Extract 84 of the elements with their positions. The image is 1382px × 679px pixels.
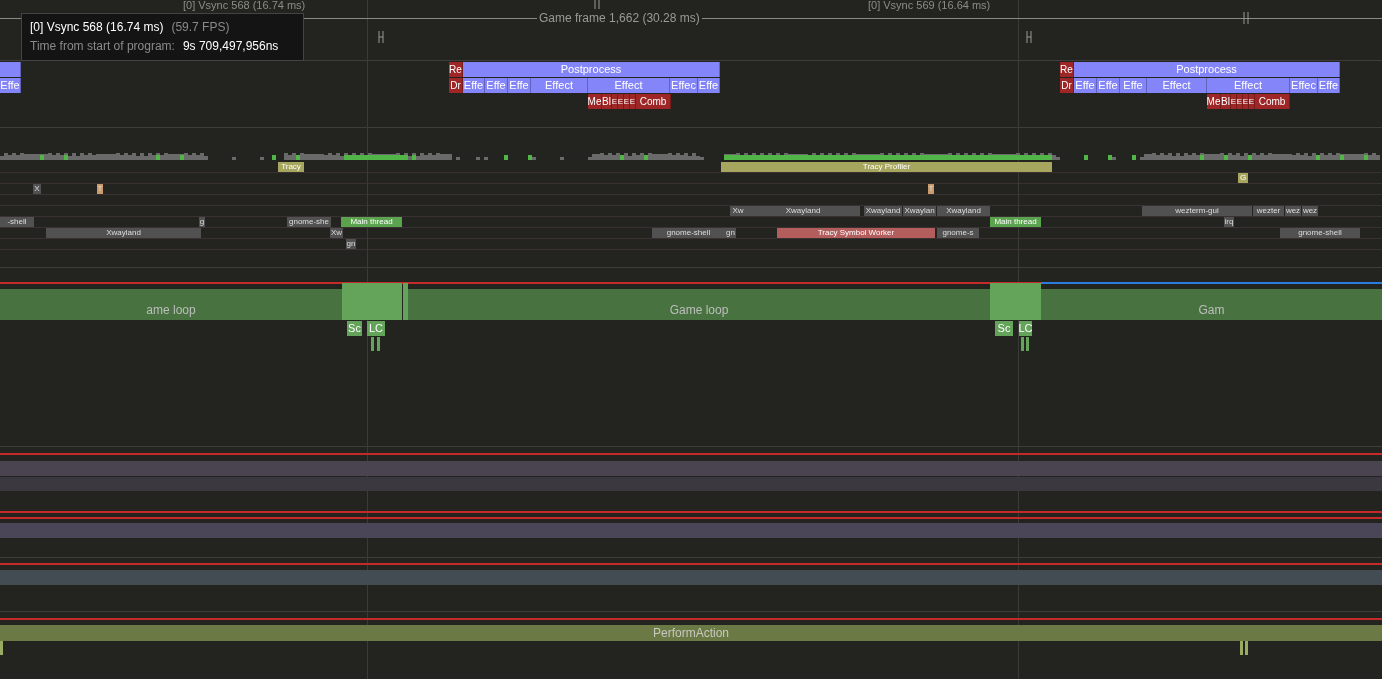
gpu-zone: Me bbox=[1207, 94, 1221, 109]
cpu-zone: T bbox=[928, 184, 934, 194]
cpu-zone: T bbox=[97, 184, 103, 194]
child-zone bbox=[1240, 641, 1243, 655]
gpu-zone: Bl bbox=[1221, 94, 1231, 109]
gpu-zone: Comb bbox=[1255, 94, 1290, 109]
cpu-zone: Xw bbox=[730, 206, 746, 216]
tooltip-title: [0] Vsync 568 (16.74 ms) bbox=[30, 19, 164, 36]
child-zone: Sc bbox=[995, 321, 1013, 336]
cpu-zone: G bbox=[1238, 173, 1248, 183]
game-loop-zone: ame loop bbox=[0, 289, 342, 320]
gpu-zone: Me bbox=[588, 94, 602, 109]
perform-action-zone: PerformAction bbox=[0, 625, 1382, 641]
cpu-zone: wez bbox=[1302, 206, 1318, 216]
child-zone bbox=[371, 337, 374, 351]
cpu-zone: Xw bbox=[330, 228, 343, 238]
frame-marker-icon bbox=[594, 0, 600, 9]
cpu-zone: Tracy Symbol Worker bbox=[777, 228, 935, 238]
child-zone: LC bbox=[1019, 321, 1032, 336]
gpu-zone: Re bbox=[449, 62, 463, 77]
gpu-zone: Effe bbox=[698, 78, 720, 93]
gpu-zone: Postprocess bbox=[1074, 62, 1340, 77]
child-zone bbox=[1021, 337, 1024, 351]
cpu-zone: gn bbox=[346, 239, 356, 249]
cpu-zone: Xwayland bbox=[746, 206, 860, 216]
cpu-zone: gnome-she bbox=[287, 217, 331, 227]
gpu-zone: Effec bbox=[670, 78, 698, 93]
cpu-zone: wez bbox=[1285, 206, 1301, 216]
gpu-zone: Effe bbox=[508, 78, 531, 93]
gpu-zone bbox=[0, 62, 21, 77]
gpu-zone: Bl bbox=[602, 94, 612, 109]
frame-marker-icon bbox=[1026, 31, 1032, 43]
time-label: Time from start of program: bbox=[30, 38, 175, 55]
vsync-label: [0] Vsync 569 (16.64 ms) bbox=[868, 0, 991, 11]
gpu-zone: Effect bbox=[531, 78, 588, 93]
gpu-zone: Effe bbox=[0, 78, 21, 93]
child-zone bbox=[1245, 641, 1248, 655]
cpu-zone: -shell bbox=[0, 217, 34, 227]
cpu-zone: Xwayland bbox=[46, 228, 201, 238]
gpu-zone: Effect bbox=[588, 78, 670, 93]
cpu-zone: Xwayland bbox=[864, 206, 902, 216]
gpu-zone: Comb bbox=[636, 94, 671, 109]
child-zone bbox=[1026, 337, 1029, 351]
cpu-zone: Main thread bbox=[341, 217, 402, 227]
cpu-zone: wezter bbox=[1253, 206, 1284, 216]
gpu-zone: Effe bbox=[1074, 78, 1097, 93]
fps-label: (59.7 FPS) bbox=[171, 19, 230, 36]
cpu-zone: wezterm-gui bbox=[1142, 206, 1252, 216]
gpu-zone: Effe bbox=[485, 78, 508, 93]
gpu-zone: Effec bbox=[1290, 78, 1318, 93]
cpu-zone: X bbox=[33, 184, 41, 194]
cpu-zone: Main thread bbox=[990, 217, 1041, 227]
gpu-zone: Re bbox=[1060, 62, 1074, 77]
cpu-zone: Tracy Profiler bbox=[721, 162, 1052, 172]
cpu-zone: irq bbox=[1224, 217, 1234, 227]
gpu-zone: Effect bbox=[1207, 78, 1290, 93]
cpu-zone: gnome-shell bbox=[1280, 228, 1360, 238]
gpu-zone: Postprocess bbox=[463, 62, 720, 77]
cpu-zone: Xwaylan bbox=[903, 206, 936, 216]
frame-label: Game frame 1,662 (30.28 ms) bbox=[538, 10, 701, 27]
vsync-label: [0] Vsync 568 (16.74 ms) bbox=[183, 0, 306, 11]
child-zone: LC bbox=[367, 321, 385, 336]
child-zone bbox=[377, 337, 380, 351]
game-loop-zone bbox=[990, 283, 1041, 320]
game-loop-zone: Gam bbox=[1041, 289, 1382, 320]
time-value: 9s 709,497,956ns bbox=[182, 38, 279, 55]
game-loop-zone: Game loop bbox=[408, 289, 990, 320]
frame-marker-icon bbox=[1243, 12, 1249, 24]
gpu-zone: Effe bbox=[1097, 78, 1120, 93]
cpu-zone: gn bbox=[725, 228, 736, 238]
gpu-zone: Dr bbox=[449, 78, 463, 93]
gpu-zone: Effe bbox=[1318, 78, 1340, 93]
child-zone bbox=[0, 641, 3, 655]
child-zone: Sc bbox=[347, 321, 362, 336]
cpu-zone: g bbox=[199, 217, 205, 227]
cpu-zone: Xwayland bbox=[937, 206, 990, 216]
cpu-zone: gnome-s bbox=[937, 228, 979, 238]
gpu-zone: Dr bbox=[1060, 78, 1074, 93]
gpu-zone: Effe bbox=[463, 78, 485, 93]
frame-marker-icon bbox=[378, 31, 384, 43]
gpu-zone: Effe bbox=[1120, 78, 1147, 93]
cpu-zone: gnome-shell bbox=[652, 228, 725, 238]
cpu-zone: Tracy bbox=[278, 162, 304, 172]
gpu-zone: Effect bbox=[1147, 78, 1207, 93]
